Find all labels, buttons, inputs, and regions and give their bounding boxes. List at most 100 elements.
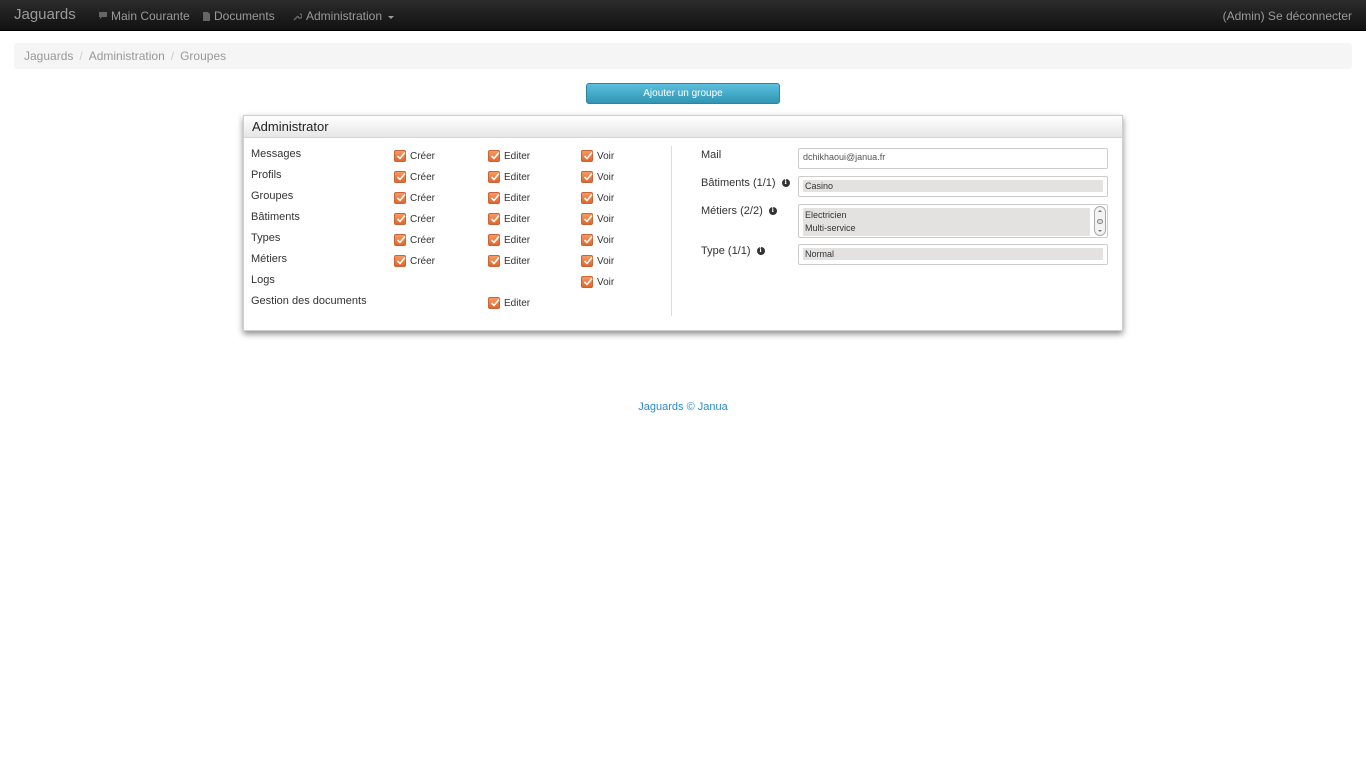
permission-edit-checkbox[interactable]: Editer: [488, 255, 530, 267]
permission-row: Métiers Créer Editer Voir: [251, 253, 671, 269]
nav-documents[interactable]: Documents: [203, 9, 275, 23]
checkbox-checked-icon[interactable]: [488, 150, 500, 162]
checkbox-checked-icon[interactable]: [394, 213, 406, 225]
mail-label-text: Mail: [701, 149, 722, 161]
checkbox-checked-icon[interactable]: [581, 192, 593, 204]
info-icon[interactable]: i: [768, 207, 777, 215]
checkbox-checked-icon[interactable]: [581, 213, 593, 225]
checkbox-checked-icon[interactable]: [488, 234, 500, 246]
info-icon[interactable]: i: [781, 179, 790, 187]
permission-row: Logs Voir: [251, 274, 671, 290]
permission-view-label: Voir: [597, 150, 615, 162]
permission-row: Groupes Créer Editer Voir: [251, 190, 671, 206]
checkbox-checked-icon[interactable]: [581, 234, 593, 246]
checkbox-checked-icon[interactable]: [394, 150, 406, 162]
permission-view-checkbox[interactable]: Voir: [581, 213, 614, 225]
breadcrumb-jaguards[interactable]: Jaguards: [24, 49, 73, 63]
logout-link[interactable]: (Admin) Se déconnecter: [1223, 9, 1352, 23]
permission-view-label: Voir: [597, 192, 615, 204]
permission-edit-label: Editer: [504, 192, 531, 204]
type-select[interactable]: Normal: [798, 244, 1108, 265]
permission-view-checkbox[interactable]: Voir: [581, 234, 614, 246]
footer-link[interactable]: Jaguards © Janua: [0, 401, 1366, 413]
mail-label: Mail: [701, 149, 721, 161]
type-label-text: Type (1/1): [701, 245, 751, 257]
type-label: Type (1/1) i: [701, 245, 765, 257]
caret-down-icon: [388, 15, 395, 19]
permission-view-label: Voir: [597, 213, 615, 225]
permission-create-checkbox[interactable]: Créer: [394, 150, 435, 162]
divider: [671, 146, 672, 316]
permission-label: Groupes: [251, 190, 294, 202]
metiers-select[interactable]: Electricien Multi-service: [798, 204, 1108, 238]
permission-create-label: Créer: [410, 150, 436, 162]
batiment-tag: Casino: [803, 180, 1103, 192]
group-card: Administrator Messages Créer Editer Voir Pro…: [243, 115, 1123, 331]
permission-edit-label: Editer: [504, 234, 531, 246]
nav-administration[interactable]: Administration: [293, 9, 395, 23]
permission-row: Profils Créer Editer Voir: [251, 169, 671, 185]
permission-edit-checkbox[interactable]: Editer: [488, 234, 530, 246]
checkbox-checked-icon[interactable]: [581, 150, 593, 162]
checkbox-checked-icon[interactable]: [394, 171, 406, 183]
permission-edit-checkbox[interactable]: Editer: [488, 213, 530, 225]
permission-create-checkbox[interactable]: Créer: [394, 234, 435, 246]
info-icon[interactable]: i: [756, 247, 765, 255]
permission-edit-label: Editer: [504, 150, 531, 162]
permission-view-checkbox[interactable]: Voir: [581, 255, 614, 267]
permission-edit-label: Editer: [504, 171, 531, 183]
permission-view-label: Voir: [597, 171, 615, 183]
permission-row: Bâtiments Créer Editer Voir: [251, 211, 671, 227]
checkbox-checked-icon[interactable]: [394, 255, 406, 267]
metier-option[interactable]: Multi-service: [805, 222, 1088, 235]
mail-input[interactable]: dchikhaoui@janua.fr: [798, 148, 1108, 169]
breadcrumb: Jaguards / Administration / Groupes: [14, 43, 1352, 69]
permission-view-label: Voir: [597, 255, 615, 267]
permission-edit-checkbox[interactable]: Editer: [488, 192, 530, 204]
scroll-thumb[interactable]: [1097, 219, 1103, 224]
permission-label: Bâtiments: [251, 211, 300, 223]
metiers-list: Electricien Multi-service: [803, 208, 1090, 236]
group-title: Administrator: [244, 116, 1122, 138]
permission-label: Messages: [251, 148, 302, 160]
permission-create-checkbox[interactable]: Créer: [394, 171, 435, 183]
nav-main-courante[interactable]: Main Courante: [99, 9, 190, 23]
permission-view-checkbox[interactable]: Voir: [581, 276, 614, 288]
checkbox-checked-icon[interactable]: [488, 171, 500, 183]
checkbox-checked-icon[interactable]: [488, 192, 500, 204]
breadcrumb-separator: /: [170, 49, 175, 63]
permission-view-checkbox[interactable]: Voir: [581, 192, 614, 204]
permission-create-label: Créer: [410, 213, 436, 225]
metier-option[interactable]: Electricien: [805, 209, 1088, 222]
batiments-label-text: Bâtiments (1/1): [701, 177, 776, 189]
breadcrumb-administration[interactable]: Administration: [89, 49, 165, 63]
permission-view-checkbox[interactable]: Voir: [581, 150, 614, 162]
permission-edit-checkbox[interactable]: Editer: [488, 150, 530, 162]
checkbox-checked-icon[interactable]: [488, 255, 500, 267]
metiers-label: Métiers (2/2) i: [701, 205, 777, 217]
breadcrumb-separator: /: [79, 49, 83, 63]
checkbox-checked-icon[interactable]: [581, 255, 593, 267]
checkbox-checked-icon[interactable]: [488, 213, 500, 225]
checkbox-checked-icon[interactable]: [581, 171, 593, 183]
permission-create-checkbox[interactable]: Créer: [394, 192, 435, 204]
permission-edit-checkbox[interactable]: Editer: [488, 297, 530, 309]
checkbox-checked-icon[interactable]: [394, 234, 406, 246]
permission-create-checkbox[interactable]: Créer: [394, 255, 435, 267]
checkbox-checked-icon[interactable]: [394, 192, 406, 204]
permission-edit-label: Editer: [504, 213, 531, 225]
checkbox-checked-icon[interactable]: [581, 276, 593, 288]
permission-create-checkbox[interactable]: Créer: [394, 213, 435, 225]
permission-edit-checkbox[interactable]: Editer: [488, 171, 530, 183]
brand-link[interactable]: Jaguards: [14, 6, 76, 23]
checkbox-checked-icon[interactable]: [488, 297, 500, 309]
batiments-label: Bâtiments (1/1) i: [701, 177, 790, 189]
add-group-button[interactable]: Ajouter un groupe: [586, 83, 780, 104]
permission-create-label: Créer: [410, 255, 436, 267]
navbar: Jaguards Main Courante Documents Adminis…: [0, 0, 1366, 31]
permission-view-checkbox[interactable]: Voir: [581, 171, 614, 183]
metiers-scrollbar[interactable]: [1094, 206, 1106, 236]
permission-edit-label: Editer: [504, 297, 531, 309]
permission-create-label: Créer: [410, 234, 436, 246]
batiments-select[interactable]: Casino: [798, 176, 1108, 197]
